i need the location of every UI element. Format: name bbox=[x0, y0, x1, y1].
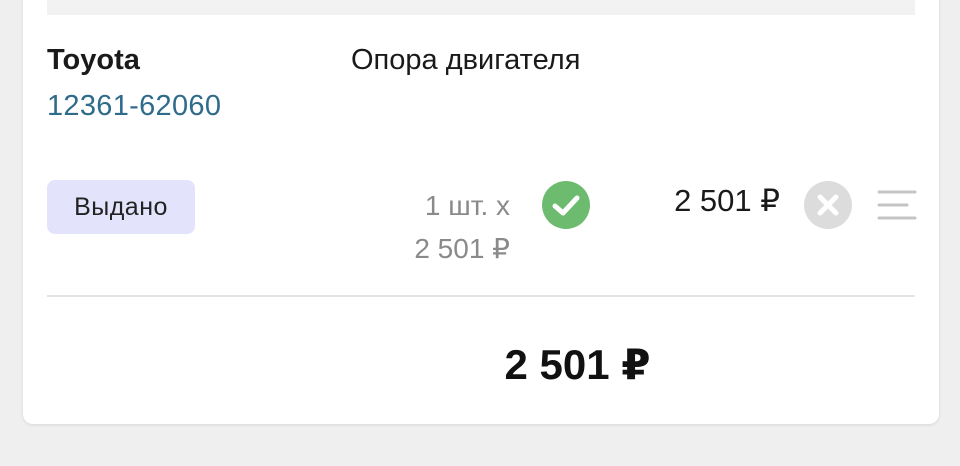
status-badge-label: Выдано bbox=[74, 192, 168, 221]
brand-name: Toyota bbox=[47, 44, 140, 76]
close-circle-icon[interactable] bbox=[803, 180, 853, 230]
item-price: 2 501 ₽ bbox=[674, 183, 780, 218]
check-circle-icon bbox=[541, 180, 591, 230]
quantity-price: 1 шт. х 2 501 ₽ bbox=[380, 184, 510, 270]
previous-section-strip bbox=[47, 0, 915, 15]
part-number-link[interactable]: 12361-62060 bbox=[47, 90, 221, 123]
divider bbox=[47, 295, 915, 297]
drag-handle-icon[interactable] bbox=[877, 188, 917, 222]
status-badge: Выдано bbox=[47, 180, 195, 234]
part-name: Опора двигателя bbox=[351, 44, 581, 76]
order-total: 2 501 ₽ bbox=[504, 341, 651, 388]
quantity-line: 1 шт. х bbox=[424, 190, 510, 221]
unit-price: 2 501 ₽ bbox=[414, 233, 510, 264]
